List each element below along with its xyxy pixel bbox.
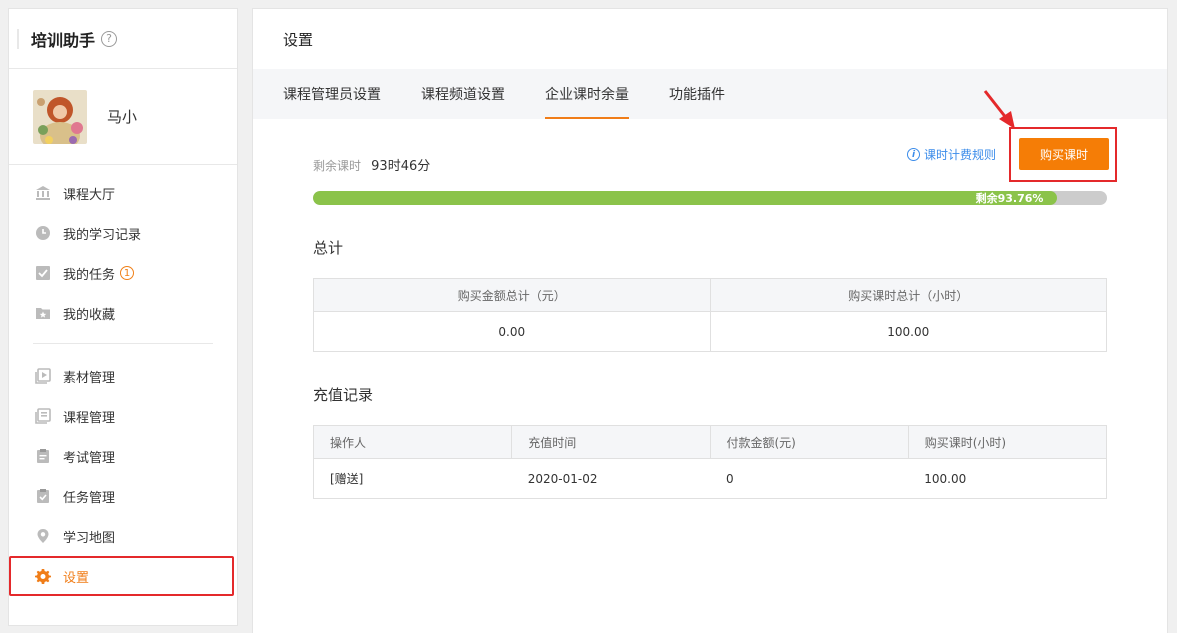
task-icon — [35, 488, 51, 504]
sidebar-item-label: 课程管理 — [63, 410, 116, 426]
sidebar-item-task-management[interactable]: 任务管理 — [9, 476, 237, 516]
course-icon — [35, 408, 51, 424]
records-title: 充值记录 — [313, 386, 374, 404]
column-header: 付款金额(元) — [709, 425, 909, 459]
main-panel: 设置 课程管理员设置 课程频道设置 企业课时余量 功能插件 剩余课时 93时46… — [252, 8, 1168, 633]
info-icon: i — [907, 148, 920, 161]
remaining-hours-value: 93时46分 — [371, 159, 431, 174]
sidebar-item-label: 我的学习记录 — [63, 227, 142, 243]
exam-icon — [35, 448, 51, 464]
table-header-row: 操作人 充值时间 付款金额(元) 购买课时(小时) — [312, 425, 1108, 459]
sidebar-item-label: 我的收藏 — [63, 307, 116, 323]
sidebar-item-label: 素材管理 — [63, 370, 116, 386]
sidebar-item-settings[interactable]: 设置 — [9, 556, 237, 596]
column-header: 操作人 — [312, 425, 512, 459]
sidebar-item-learning-map[interactable]: 学习地图 — [9, 516, 237, 556]
column-header: 购买课时(小时) — [907, 425, 1108, 459]
billing-rules-label: 课时计费规则 — [924, 148, 997, 162]
table-cell: 0 — [710, 458, 909, 499]
table-cell: 100.00 — [908, 458, 1108, 499]
bank-icon — [35, 185, 51, 201]
sidebar-item-exam-management[interactable]: 考试管理 — [9, 436, 237, 476]
table-cell: 0.00 — [313, 311, 711, 352]
sidebar: 培训助手 ? 马小 课程大厅 我的学习记录 我的任务 1 我的收藏 素材管理 课… — [8, 8, 238, 626]
sidebar-item-study-records[interactable]: 我的学习记录 — [9, 213, 237, 253]
table-cell: 2020-01-02 — [511, 458, 710, 499]
billing-rules-link[interactable]: i 课时计费规则 — [907, 146, 996, 163]
task-count-badge: 1 — [120, 266, 135, 280]
progress-label: 剩余93.76% — [975, 192, 1044, 205]
summary-table: 购买金额总计（元） 购买课时总计（小时） 0.00 100.00 — [313, 278, 1107, 352]
tab-course-admin-settings[interactable]: 课程管理员设置 — [283, 69, 381, 119]
remaining-hours-label: 剩余课时 — [313, 159, 362, 173]
map-pin-icon — [35, 528, 51, 544]
check-square-icon — [35, 265, 51, 281]
table-cell: 100.00 — [709, 311, 1107, 352]
sidebar-item-course-management[interactable]: 课程管理 — [9, 396, 237, 436]
app-title: 培训助手 — [31, 30, 96, 50]
column-header: 充值时间 — [511, 425, 710, 459]
sidebar-menu: 课程大厅 我的学习记录 我的任务 1 我的收藏 素材管理 课程管理 考试管理 任… — [9, 165, 237, 596]
sidebar-header: 培训助手 ? — [9, 9, 237, 69]
table-row: [赠送] 2020-01-02 0 100.00 — [312, 458, 1108, 499]
avatar[interactable] — [33, 89, 87, 144]
buy-hours-button[interactable]: 购买课时 — [1019, 138, 1109, 170]
table-row: 0.00 100.00 — [313, 311, 1107, 352]
sidebar-item-label: 我的任务 — [63, 267, 116, 283]
tab-bar: 课程管理员设置 课程频道设置 企业课时余量 功能插件 — [253, 69, 1167, 119]
red-arrow-icon — [983, 90, 1015, 129]
page-title: 设置 — [283, 30, 314, 49]
progress-fill: 剩余93.76% — [313, 191, 1058, 205]
highlight-box: 购买课时 — [1009, 127, 1117, 182]
sidebar-item-my-tasks[interactable]: 我的任务 1 — [9, 253, 237, 293]
remaining-hours: 剩余课时 93时46分 — [313, 155, 430, 174]
sidebar-item-label: 任务管理 — [63, 490, 116, 506]
table-header-row: 购买金额总计（元） 购买课时总计（小时） — [313, 278, 1107, 312]
sidebar-item-course-hall[interactable]: 课程大厅 — [9, 173, 237, 213]
user-profile[interactable]: 马小 — [9, 69, 237, 165]
clock-icon — [35, 225, 51, 241]
star-folder-icon — [35, 305, 51, 321]
media-icon — [35, 368, 51, 384]
column-header: 购买课时总计（小时） — [709, 278, 1107, 312]
records-table: 操作人 充值时间 付款金额(元) 购买课时(小时) [赠送] 2020-01-0… — [312, 425, 1108, 499]
remaining-progress-bar: 剩余93.76% — [313, 191, 1107, 205]
sidebar-item-favorites[interactable]: 我的收藏 — [9, 293, 237, 333]
tab-enterprise-hours-balance[interactable]: 企业课时余量 — [545, 69, 629, 119]
sidebar-item-materials[interactable]: 素材管理 — [9, 356, 237, 396]
sidebar-item-label: 学习地图 — [63, 530, 116, 546]
table-cell: [赠送] — [312, 458, 512, 499]
menu-divider — [33, 343, 213, 344]
sidebar-item-label: 考试管理 — [63, 450, 116, 466]
tab-course-channel-settings[interactable]: 课程频道设置 — [421, 69, 505, 119]
tab-plugins[interactable]: 功能插件 — [669, 69, 725, 119]
summary-title: 总计 — [313, 239, 344, 257]
highlight-box — [9, 556, 234, 596]
sidebar-item-label: 课程大厅 — [63, 187, 116, 203]
column-header: 购买金额总计（元） — [313, 278, 711, 312]
username: 马小 — [107, 108, 138, 126]
help-icon[interactable]: ? — [101, 30, 118, 47]
